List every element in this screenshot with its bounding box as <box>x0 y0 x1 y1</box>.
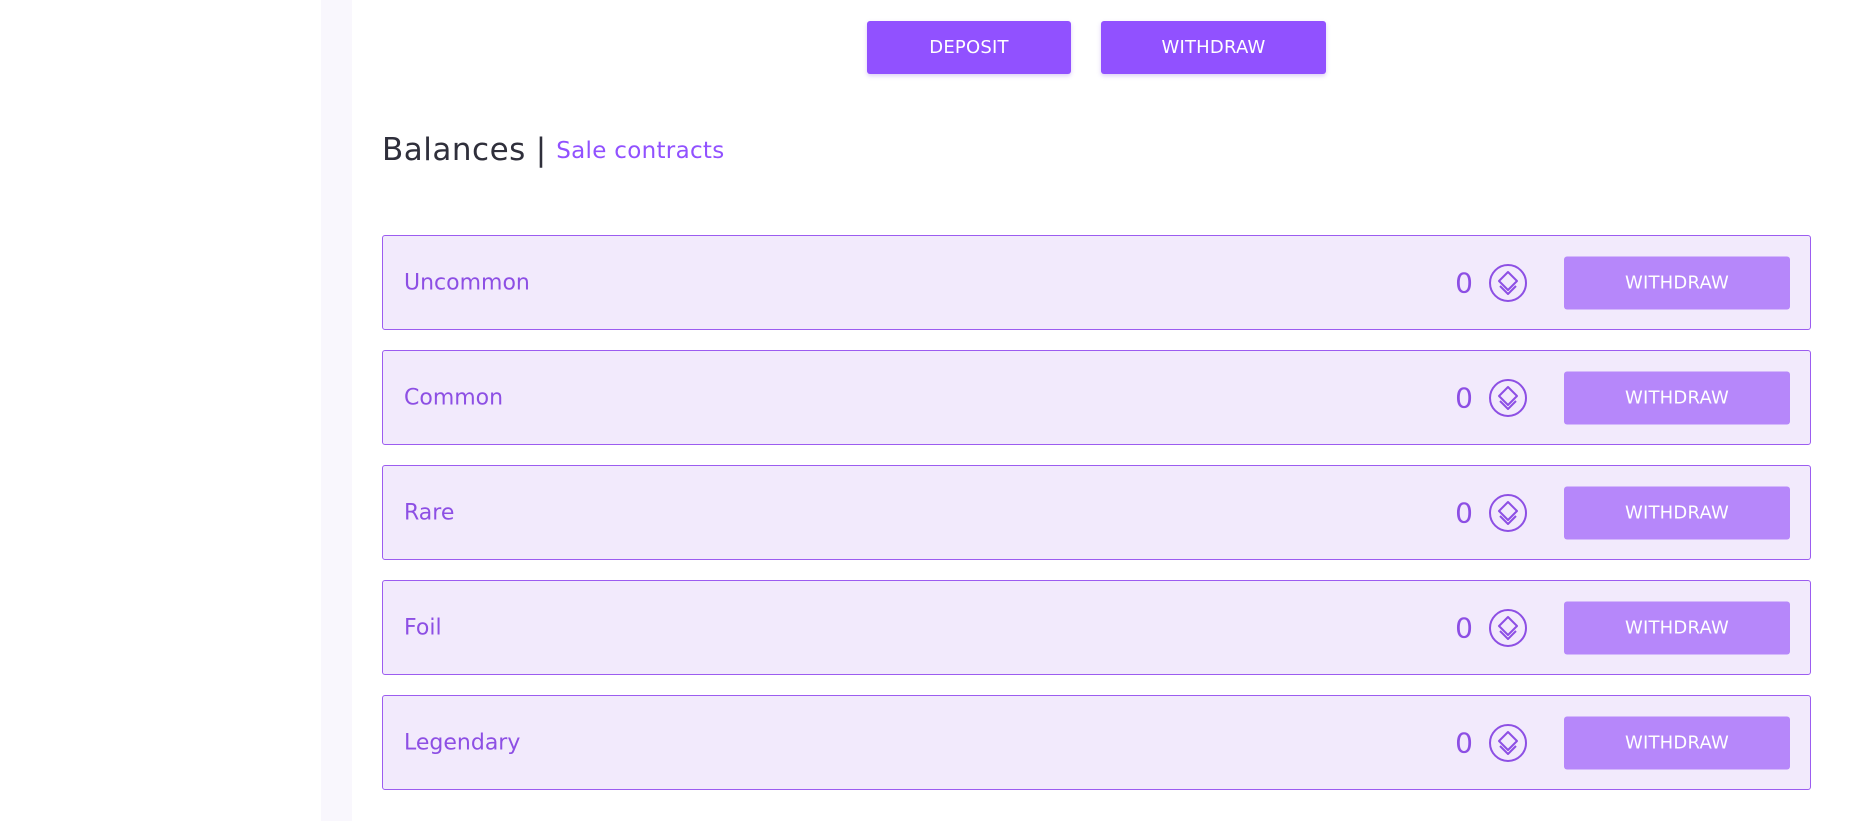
token-icon <box>1489 493 1527 532</box>
balance-row-rare: Rare 0 WITHDRAW <box>382 465 1811 560</box>
content-gutter <box>321 0 352 821</box>
balances-heading: Balances | Sale contracts <box>382 132 725 168</box>
balance-amount: 0 <box>1455 381 1473 414</box>
balance-label: Rare <box>404 500 455 525</box>
main-content: DEPOSIT WITHDRAW Balances | Sale contrac… <box>352 0 1852 821</box>
balances-list: Uncommon 0 WITHDRAW Common 0 WITHDRAW Ra… <box>382 235 1811 810</box>
withdraw-rare-button[interactable]: WITHDRAW <box>1564 486 1790 539</box>
balance-row-foil: Foil 0 WITHDRAW <box>382 580 1811 675</box>
deposit-button[interactable]: DEPOSIT <box>867 21 1071 74</box>
balance-amount: 0 <box>1455 726 1473 759</box>
balance-row-common: Common 0 WITHDRAW <box>382 350 1811 445</box>
top-actions: DEPOSIT WITHDRAW <box>867 21 1326 74</box>
withdraw-uncommon-button[interactable]: WITHDRAW <box>1564 256 1790 309</box>
withdraw-foil-button[interactable]: WITHDRAW <box>1564 601 1790 654</box>
token-icon <box>1489 378 1527 417</box>
token-icon <box>1489 263 1527 302</box>
withdraw-common-button[interactable]: WITHDRAW <box>1564 371 1790 424</box>
token-icon <box>1489 723 1527 762</box>
balance-row-legendary: Legendary 0 WITHDRAW <box>382 695 1811 790</box>
sidebar-area <box>0 0 321 821</box>
balance-amount: 0 <box>1455 611 1473 644</box>
page-title: Balances <box>382 132 526 168</box>
withdraw-button[interactable]: WITHDRAW <box>1101 21 1326 74</box>
withdraw-legendary-button[interactable]: WITHDRAW <box>1564 716 1790 769</box>
sale-contracts-link[interactable]: Sale contracts <box>556 136 724 164</box>
balance-label: Foil <box>404 615 442 640</box>
balance-row-uncommon: Uncommon 0 WITHDRAW <box>382 235 1811 330</box>
balance-label: Common <box>404 385 504 410</box>
token-icon <box>1489 608 1527 647</box>
balance-label: Legendary <box>404 730 521 755</box>
balance-amount: 0 <box>1455 266 1473 299</box>
balance-label: Uncommon <box>404 270 530 295</box>
balance-amount: 0 <box>1455 496 1473 529</box>
heading-separator: | <box>535 132 547 168</box>
